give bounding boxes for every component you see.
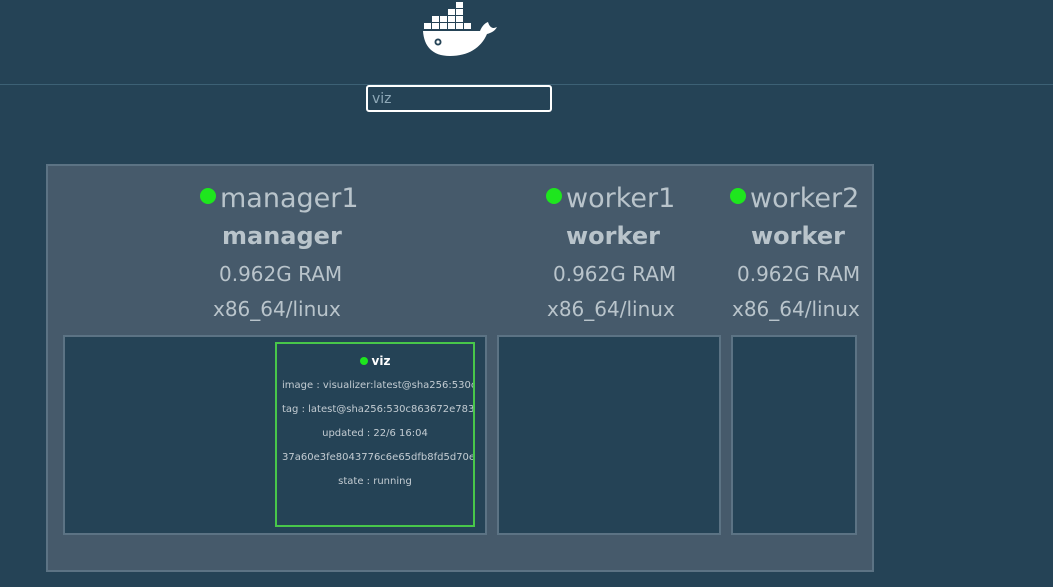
node-ram: 0.962G RAM xyxy=(219,262,343,286)
node-role: worker xyxy=(566,222,660,250)
node-name-worker1: worker1 xyxy=(546,183,675,215)
node-lane-worker1 xyxy=(497,335,721,535)
node-arch: x86_64/linux xyxy=(547,297,675,321)
task-title: viz xyxy=(277,354,473,368)
task-id: 37a60e3fe8043776c6e65dfb8fd5d70e95a xyxy=(282,452,475,463)
node-arch: x86_64/linux xyxy=(213,297,341,321)
node-role: manager xyxy=(222,222,342,250)
status-dot xyxy=(200,188,216,204)
task-updated: updated : 22/6 16:04 xyxy=(322,428,428,439)
task-state: state : running xyxy=(338,476,412,487)
node-name-manager1: manager1 xyxy=(200,183,359,215)
top-bar xyxy=(0,0,1053,85)
node-ram: 0.962G RAM xyxy=(553,262,677,286)
node-arch: x86_64/linux xyxy=(732,297,860,321)
node-role: worker xyxy=(751,222,845,250)
service-filter-input[interactable] xyxy=(366,85,552,112)
task-tag: tag : latest@sha256:530c863672e7830d7 xyxy=(282,404,475,415)
task-image: image : visualizer:latest@sha256:530c863 xyxy=(282,380,475,391)
docker-whale-icon[interactable] xyxy=(422,2,498,62)
node-lane-worker2 xyxy=(731,335,857,535)
node-name-worker2: worker2 xyxy=(730,183,859,215)
node-ram: 0.962G RAM xyxy=(737,262,861,286)
status-dot xyxy=(730,188,746,204)
status-dot xyxy=(546,188,562,204)
status-dot xyxy=(359,357,368,365)
task-card-viz[interactable]: viz image : visualizer:latest@sha256:530… xyxy=(275,342,475,527)
